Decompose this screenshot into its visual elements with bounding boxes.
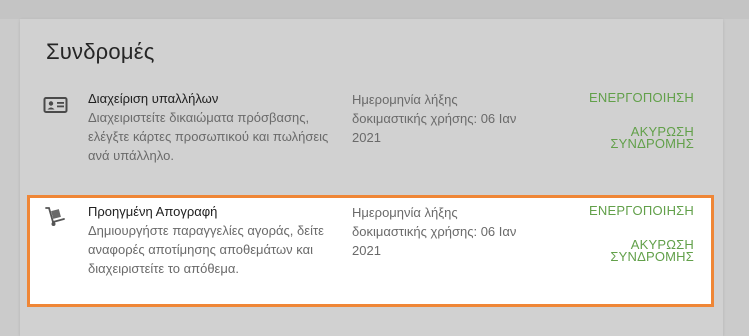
subscription-name: Προηγμένη Απογραφή — [88, 204, 218, 219]
id-card-icon — [43, 95, 69, 115]
subscription-description: Δημιουργήστε παραγγελίες αγοράς, δείτε α… — [88, 223, 324, 276]
trial-expiry-date: Ημερομηνία λήξης δοκιμαστικής χρήσης: 06… — [352, 92, 517, 145]
top-strip — [0, 0, 749, 19]
page-title: Συνδρομές — [46, 39, 155, 64]
hand-truck-icon — [43, 206, 69, 226]
activate-button[interactable]: ΕΝΕΡΓΟΠΟΙΗΣΗ — [589, 91, 694, 104]
cancel-subscription-button[interactable]: ΑΚΥΡΩΣΗ ΣΥΝΔΡΟΜΗΣ — [574, 238, 694, 263]
activate-button[interactable]: ΕΝΕΡΓΟΠΟΙΗΣΗ — [589, 204, 694, 217]
subscription-row-employee-management: Διαχείριση υπαλλήλων Διαχειριστείτε δικα… — [20, 89, 723, 189]
trial-expiry-date: Ημερομηνία λήξης δοκιμαστικής χρήσης: 06… — [352, 205, 517, 258]
subscription-description: Διαχειριστείτε δικαιώματα πρόσβασης, ελέ… — [88, 110, 329, 163]
cancel-subscription-button[interactable]: ΑΚΥΡΩΣΗ ΣΥΝΔΡΟΜΗΣ — [574, 125, 694, 150]
subscription-name: Διαχείριση υπαλλήλων — [88, 91, 219, 106]
subscription-row-advanced-inventory: Προηγμένη Απογραφή Δημιουργήστε παραγγελ… — [20, 202, 723, 302]
